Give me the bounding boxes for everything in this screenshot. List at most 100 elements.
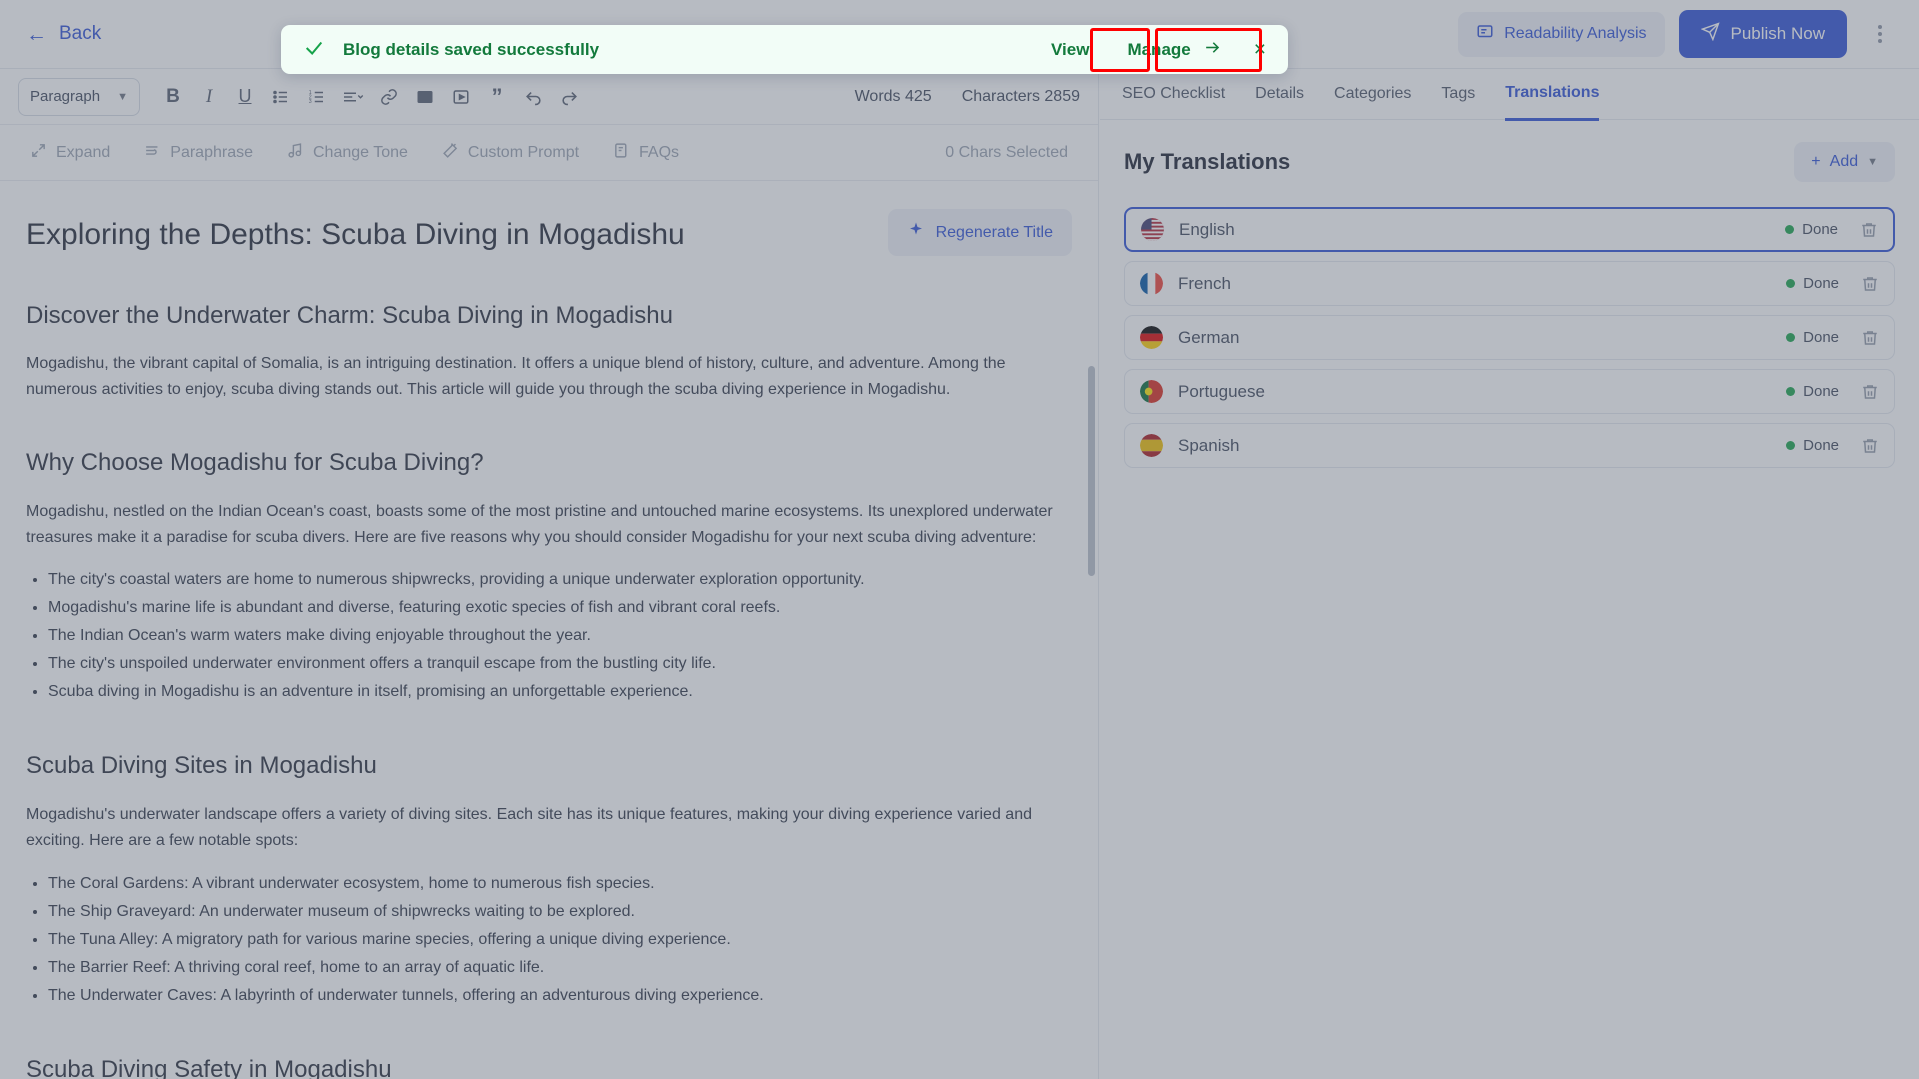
regenerate-title-label: Regenerate Title [935, 223, 1053, 241]
ai-tool-custom-prompt[interactable]: Custom Prompt [442, 142, 579, 164]
quote-icon[interactable]: ” [480, 80, 514, 114]
word-count-value: 425 [905, 87, 932, 105]
document-title-row: Exploring the Depths: Scuba Diving in Mo… [26, 209, 1072, 256]
check-icon [303, 37, 325, 63]
bold-icon[interactable]: B [156, 80, 190, 114]
italic-icon[interactable]: I [192, 80, 226, 114]
section-list: The city's coastal waters are home to nu… [48, 566, 1072, 706]
publish-now-button[interactable]: Publish Now [1678, 10, 1847, 58]
translation-status: Done [1786, 383, 1839, 400]
section-heading: Scuba Diving Safety in Mogadishu [26, 1055, 392, 1079]
ai-tool-paraphrase[interactable]: Paraphrase [144, 142, 253, 164]
document-body[interactable]: Exploring the Depths: Scuba Diving in Mo… [0, 181, 1098, 1079]
status-dot-icon [1786, 279, 1796, 288]
translation-row-french[interactable]: French Done [1124, 261, 1895, 306]
ai-tool-label: Change Tone [312, 143, 408, 161]
section-heading: Scuba Diving Sites in Mogadishu [26, 752, 377, 780]
ai-tool-faqs[interactable]: FAQs [613, 142, 679, 164]
section-heading: Why Choose Mogadishu for Scuba Diving? [26, 449, 484, 477]
ai-tool-expand[interactable]: Expand [30, 142, 110, 164]
block-format-select[interactable]: Paragraph ▼ [18, 77, 140, 116]
numbered-list-icon[interactable]: 1 2 3 [300, 80, 334, 114]
toast-manage-label: Manage [1127, 39, 1191, 59]
back-button[interactable]: ← Back [26, 23, 101, 45]
translation-row-portuguese[interactable]: Portuguese Done [1124, 369, 1895, 414]
tab-details[interactable]: Details [1255, 69, 1304, 119]
page-title: Exploring the Depths: Scuba Diving in Mo… [26, 218, 685, 251]
editor-scrollbar[interactable] [1088, 366, 1095, 576]
toast-close-button[interactable]: × [1246, 35, 1274, 64]
flag-pt-icon [1140, 380, 1163, 403]
readability-analysis-button[interactable]: Readability Analysis [1458, 11, 1665, 57]
status-dot-icon [1786, 333, 1796, 342]
format-toolbar: Paragraph ▼ B I U 1 2 3 ” Words 425 Char… [0, 69, 1098, 125]
translation-status: Done [1786, 329, 1839, 346]
section-list: The Coral Gardens: A vibrant underwater … [48, 870, 1072, 1010]
chevron-down-icon: ▼ [1867, 156, 1878, 168]
toast-actions: View Manage × [1037, 29, 1274, 71]
arrow-left-icon: ← [26, 22, 47, 46]
expand-icon [30, 142, 47, 164]
paraphrase-icon [144, 142, 161, 164]
list-item: The city's unspoiled underwater environm… [48, 650, 1072, 678]
undo-icon[interactable] [516, 80, 550, 114]
success-toast: Blog details saved successfully View Man… [281, 25, 1288, 74]
align-icon[interactable] [336, 80, 370, 114]
publish-now-label: Publish Now [1730, 24, 1826, 43]
delete-translation-icon[interactable] [1860, 221, 1878, 239]
translation-row-english[interactable]: English Done [1124, 207, 1895, 252]
delete-translation-icon[interactable] [1861, 329, 1879, 347]
app-root: ← Back Readability Analysis Publish Now [0, 0, 1919, 1079]
regenerate-title-button[interactable]: Regenerate Title [887, 209, 1072, 256]
flag-us-icon [1141, 218, 1164, 241]
redo-icon[interactable] [552, 80, 586, 114]
toast-view-button[interactable]: View [1037, 31, 1103, 69]
translation-row-spanish[interactable]: Spanish Done [1124, 423, 1895, 468]
section-paragraph: Mogadishu, nestled on the Indian Ocean's… [26, 502, 1053, 546]
ai-tool-label: Custom Prompt [467, 143, 580, 161]
link-icon[interactable] [372, 80, 406, 114]
delete-translation-icon[interactable] [1861, 437, 1879, 455]
translation-row-german[interactable]: German Done [1124, 315, 1895, 360]
bullet-list-icon[interactable] [264, 80, 298, 114]
ai-tools-toolbar: Expand Paraphrase Change Tone Custom Pro… [0, 125, 1098, 181]
tab-categories[interactable]: Categories [1334, 69, 1411, 119]
tab-translations[interactable]: Translations [1505, 68, 1600, 121]
sidebar-tabs: SEO Checklist Details Categories Tags Tr… [1100, 68, 1919, 121]
top-bar-actions: Readability Analysis Publish Now [1458, 10, 1899, 58]
ai-tool-label: FAQs [639, 143, 680, 161]
send-icon [1700, 22, 1720, 46]
tone-icon [287, 142, 304, 164]
translation-status: Done [1786, 437, 1839, 454]
translations-panel-header: My Translations + Add ▼ [1124, 142, 1895, 182]
add-translation-button[interactable]: + Add ▼ [1794, 142, 1895, 182]
delete-translation-icon[interactable] [1861, 383, 1879, 401]
toast-message: Blog details saved successfully [343, 39, 600, 59]
readability-analysis-label: Readability Analysis [1504, 25, 1647, 42]
list-item: The Tuna Alley: A migratory path for var… [48, 926, 1072, 954]
tab-tags[interactable]: Tags [1441, 69, 1475, 119]
delete-translation-icon[interactable] [1861, 275, 1879, 293]
status-dot-icon [1785, 225, 1795, 234]
list-item: Scuba diving in Mogadishu is an adventur… [48, 678, 1072, 706]
translation-language: English [1179, 219, 1235, 239]
status-label: Done [1803, 437, 1839, 454]
toast-manage-button[interactable]: Manage [1113, 29, 1235, 71]
underline-icon[interactable]: U [228, 80, 262, 114]
more-options-button[interactable] [1861, 13, 1899, 55]
section-heading: Discover the Underwater Charm: Scuba Div… [26, 302, 673, 329]
faq-icon [613, 142, 630, 164]
character-count: Characters 2859 [962, 88, 1080, 106]
character-count-label: Characters [961, 87, 1040, 105]
flag-fr-icon [1140, 272, 1163, 295]
video-icon[interactable] [444, 80, 478, 114]
chars-selected-status: 0 Chars Selected [945, 143, 1068, 161]
ai-tool-change-tone[interactable]: Change Tone [287, 142, 408, 164]
list-item: The Indian Ocean's warm waters make divi… [48, 622, 1072, 650]
image-icon[interactable] [408, 80, 442, 114]
flag-de-icon [1140, 326, 1163, 349]
translation-language: French [1178, 273, 1231, 293]
section-paragraph: Mogadishu, the vibrant capital of Somali… [26, 355, 1006, 399]
list-item: The Underwater Caves: A labyrinth of und… [48, 982, 1072, 1010]
tab-seo-checklist[interactable]: SEO Checklist [1122, 69, 1225, 119]
